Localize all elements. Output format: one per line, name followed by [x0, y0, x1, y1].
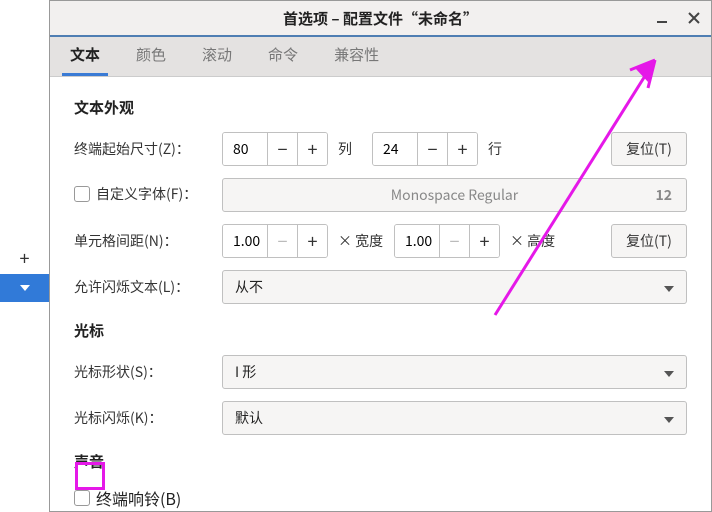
profile-menu-button[interactable]: [0, 274, 49, 302]
rows-spinbox[interactable]: − +: [372, 132, 478, 166]
blinking-text-value: 从不: [235, 277, 263, 297]
cursor-blink-combo[interactable]: 默认: [222, 401, 687, 435]
label-cursor-shape: 光标形状(S)：: [74, 362, 222, 382]
terminal-bell-label: 终端响铃(B): [96, 486, 181, 510]
rows-increment[interactable]: +: [447, 133, 477, 165]
rows-input[interactable]: [373, 133, 417, 165]
tab-color[interactable]: 颜色: [128, 34, 174, 76]
section-cursor: 光标: [74, 320, 687, 341]
custom-font-checkbox[interactable]: 自定义字体(F)：: [74, 184, 197, 204]
font-chooser-button[interactable]: Monospace Regular 12: [222, 178, 687, 212]
profile-sidebar: +: [0, 0, 50, 512]
spacing-y-decrement: −: [439, 225, 469, 257]
preferences-window: 首选项 – 配置文件“未命名” 文本 颜色 滚动 命令 兼容性 文本外观 终端起…: [49, 0, 712, 512]
spacing-x-increment[interactable]: +: [297, 225, 327, 257]
x-width-label: × 宽度: [338, 231, 384, 251]
spacing-x-input[interactable]: [223, 225, 267, 257]
tab-bar: 文本 颜色 滚动 命令 兼容性: [50, 37, 711, 77]
label-cell-spacing: 单元格间距(N)：: [74, 231, 222, 251]
columns-input[interactable]: [223, 133, 267, 165]
tab-content: 文本外观 终端起始尺寸(Z)： − + 列 − + 行: [50, 77, 711, 511]
checkbox-box: [74, 490, 90, 506]
columns-suffix: 列: [338, 139, 362, 159]
tab-scroll[interactable]: 滚动: [194, 34, 240, 76]
rows-suffix: 行: [488, 139, 512, 159]
tab-command[interactable]: 命令: [260, 34, 306, 76]
window-title: 首选项 – 配置文件“未命名”: [283, 8, 478, 29]
custom-font-label: 自定义字体(F)：: [96, 184, 197, 204]
spacing-y-increment[interactable]: +: [469, 225, 499, 257]
section-sound: 声音: [74, 451, 687, 472]
spacing-y-spinbox[interactable]: − +: [394, 224, 500, 258]
chevron-down-icon: [664, 362, 674, 382]
x-height-label: × 高度: [510, 231, 556, 251]
spacing-y-input[interactable]: [395, 225, 439, 257]
cursor-shape-value: I 形: [235, 362, 256, 382]
add-profile-button[interactable]: +: [0, 244, 49, 272]
columns-decrement[interactable]: −: [267, 133, 297, 165]
columns-increment[interactable]: +: [297, 133, 327, 165]
close-button[interactable]: [685, 9, 703, 27]
label-initial-size: 终端起始尺寸(Z)：: [74, 139, 222, 159]
font-name: Monospace Regular: [391, 185, 518, 205]
blinking-text-combo[interactable]: 从不: [222, 270, 687, 304]
tab-compat[interactable]: 兼容性: [326, 34, 387, 76]
label-cursor-blink: 光标闪烁(K)：: [74, 408, 222, 428]
section-appearance: 文本外观: [74, 97, 687, 118]
cursor-shape-combo[interactable]: I 形: [222, 355, 687, 389]
rows-decrement[interactable]: −: [417, 133, 447, 165]
reset-size-button[interactable]: 复位(T): [611, 132, 687, 166]
tab-text[interactable]: 文本: [62, 34, 108, 76]
chevron-down-icon: [664, 408, 674, 428]
font-size: 12: [655, 185, 672, 205]
columns-spinbox[interactable]: − +: [222, 132, 328, 166]
checkbox-box: [74, 186, 90, 202]
label-allow-blinking: 允许闪烁文本(L)：: [74, 277, 222, 297]
chevron-down-icon: [664, 277, 674, 297]
spacing-x-decrement: −: [267, 225, 297, 257]
minimize-button[interactable]: [653, 9, 671, 27]
terminal-bell-checkbox[interactable]: 终端响铃(B): [74, 486, 181, 510]
spacing-x-spinbox[interactable]: − +: [222, 224, 328, 258]
titlebar: 首选项 – 配置文件“未命名”: [50, 1, 711, 37]
reset-spacing-button[interactable]: 复位(T): [611, 224, 687, 258]
cursor-blink-value: 默认: [235, 408, 263, 428]
